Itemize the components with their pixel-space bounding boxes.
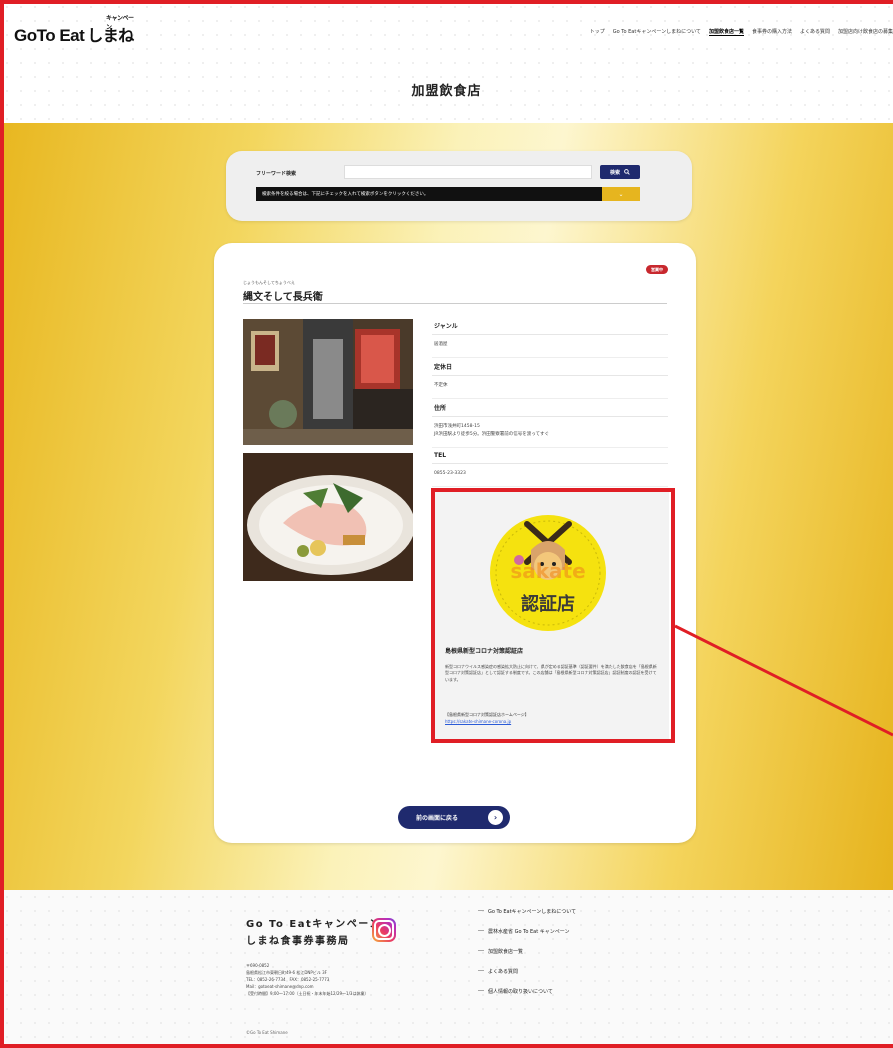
callout-line — [674, 624, 893, 737]
